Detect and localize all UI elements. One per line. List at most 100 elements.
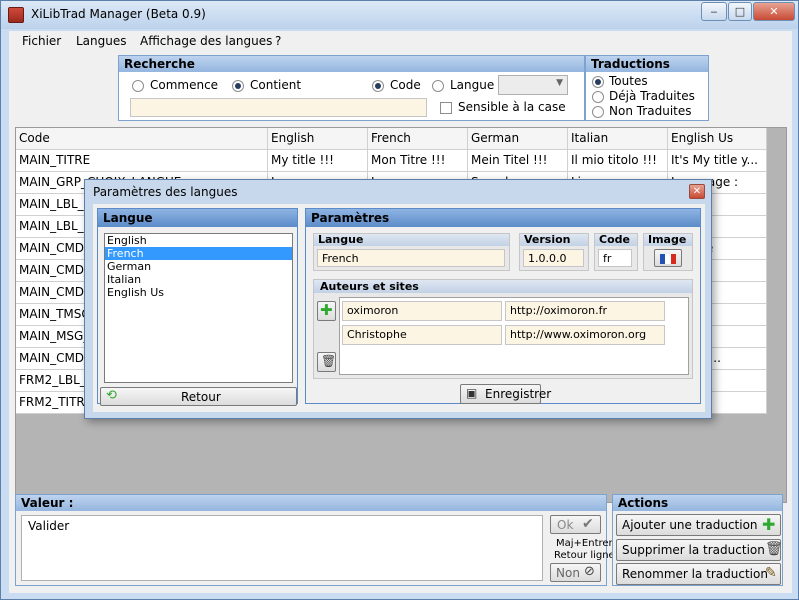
table-cell[interactable]: My title !!!	[268, 150, 368, 172]
image-header: Image	[644, 234, 692, 246]
search-group: Recherche Commence Contient Code Langue …	[118, 55, 585, 121]
value-textarea[interactable]: Valider	[21, 515, 543, 581]
menu-help[interactable]: ?	[275, 34, 281, 48]
plus-icon: ✚	[320, 301, 333, 319]
hint-maj-entrer: Maj+Entrer	[556, 538, 613, 549]
label-toutes: Toutes	[609, 74, 648, 88]
language-panel-title: Langue	[98, 209, 297, 227]
label-case-sensitive: Sensible à la case	[458, 100, 566, 114]
add-translation-button[interactable]: Ajouter une traduction ✚	[616, 514, 781, 536]
author-name[interactable]: Christophe	[342, 325, 502, 345]
langue-select[interactable]: ▼	[498, 75, 568, 95]
label-commence: Commence	[150, 78, 219, 92]
search-group-title: Recherche	[119, 56, 584, 72]
author-site[interactable]: http://oximoron.fr	[505, 301, 665, 321]
author-name[interactable]: oximoron	[342, 301, 502, 321]
case-sensitive-checkbox[interactable]	[440, 102, 452, 114]
ok-label: Ok	[557, 518, 574, 532]
table-cell[interactable]: It's My title y...	[668, 150, 767, 172]
version-field[interactable]: 1.0.0.0	[523, 249, 584, 267]
radio-langue[interactable]	[432, 80, 444, 92]
cancel-icon: ⊘	[584, 564, 595, 579]
column-header[interactable]: German	[468, 128, 568, 150]
authors-header: Auteurs et sites	[314, 280, 692, 293]
delete-translation-button[interactable]: Supprimer la traduction 🗑	[616, 539, 783, 561]
language-list-item[interactable]: German	[105, 260, 292, 273]
window-title: XiLibTrad Manager (Beta 0.9)	[31, 7, 206, 21]
radio-toutes[interactable]	[592, 76, 604, 88]
search-input[interactable]	[130, 98, 427, 117]
checkmark-icon: ✔	[582, 516, 594, 532]
flag-france-icon	[660, 254, 676, 264]
save-button[interactable]: ▣ Enregistrer	[460, 384, 551, 404]
language-list-item[interactable]: Italian	[105, 273, 292, 286]
translations-group: Traductions Toutes Déjà Traduites Non Tr…	[585, 55, 709, 121]
plus-icon: ✚	[762, 515, 776, 534]
column-header[interactable]: English	[268, 128, 368, 150]
table-header: Code English French German Italian Engli…	[16, 128, 767, 150]
radio-deja-traduites[interactable]	[592, 91, 604, 103]
close-button[interactable]: ✕	[753, 2, 795, 21]
code-field[interactable]: fr	[598, 249, 632, 267]
add-translation-label: Ajouter une traduction	[622, 518, 758, 532]
actions-group: Actions Ajouter une traduction ✚ Supprim…	[612, 494, 783, 586]
dialog-close-button[interactable]: ✕	[689, 184, 705, 199]
column-header[interactable]: Italian	[568, 128, 668, 150]
table-cell[interactable]: Mon Titre !!!	[368, 150, 468, 172]
radio-code[interactable]	[372, 80, 384, 92]
column-header[interactable]: French	[368, 128, 468, 150]
menu-bar: Fichier Langues Affichage des langues ?	[9, 31, 792, 51]
non-button[interactable]: Non ⊘	[550, 563, 601, 582]
version-header: Version	[520, 234, 588, 246]
label-code: Code	[390, 78, 421, 92]
rename-translation-button[interactable]: Renommer la traduction ✎	[616, 563, 781, 585]
label-non-traduites: Non Traduites	[609, 104, 692, 118]
author-site[interactable]: http://www.oximoron.org	[505, 325, 665, 345]
flag-image-button[interactable]	[654, 249, 682, 267]
image-box: Image	[643, 233, 693, 271]
value-group-title: Valeur :	[16, 495, 606, 511]
value-group: Valeur : Valider Ok ✔ Maj+Entrer Retour …	[15, 494, 615, 586]
trash-icon: 🗑	[321, 354, 337, 368]
table-cell[interactable]: MAIN_TITRE	[16, 150, 268, 172]
retour-button[interactable]: ⟲ Retour	[100, 387, 297, 406]
delete-author-button[interactable]: 🗑	[317, 352, 336, 372]
label-langue: Langue	[450, 78, 495, 92]
title-bar: XiLibTrad Manager (Beta 0.9) ‒ □ ✕	[1, 1, 798, 29]
translations-group-title: Traductions	[586, 56, 708, 72]
langue-header: Langue	[314, 234, 509, 246]
version-box: Version 1.0.0.0	[519, 233, 589, 271]
language-items: English French German Italian English Us	[105, 234, 292, 299]
hint-retour-ligne: Retour ligne	[554, 550, 615, 561]
add-author-button[interactable]: ✚	[317, 301, 336, 321]
table-cell[interactable]: Mein Titel !!!	[468, 150, 568, 172]
authors-box: Auteurs et sites ✚ 🗑 oximoron http://oxi…	[313, 279, 693, 379]
table-cell[interactable]: Il mio titolo !!!	[568, 150, 668, 172]
radio-contient[interactable]	[232, 80, 244, 92]
column-header[interactable]: English Us	[668, 128, 767, 150]
table-row[interactable]: MAIN_TITRE My title !!! Mon Titre !!! Mein …	[16, 150, 767, 172]
language-list-item[interactable]: French	[105, 247, 292, 260]
language-settings-dialog: Paramètres des langues ✕ Langue English F…	[84, 179, 712, 419]
ok-button[interactable]: Ok ✔	[550, 515, 601, 534]
language-listbox[interactable]: English French German Italian English Us	[104, 233, 293, 383]
label-deja-traduites: Déjà Traduites	[609, 89, 695, 103]
maximize-button[interactable]: □	[728, 2, 752, 21]
radio-commence[interactable]	[132, 80, 144, 92]
language-list-panel: Langue English French German Italian English…	[97, 208, 298, 406]
menu-affichage[interactable]: Affichage des langues	[140, 34, 272, 48]
language-list-item[interactable]: English Us	[105, 286, 292, 299]
save-label: Enregistrer	[485, 387, 552, 401]
language-list-item[interactable]: English	[105, 234, 292, 247]
minimize-button[interactable]: ‒	[701, 2, 727, 21]
menu-langues[interactable]: Langues	[76, 34, 127, 48]
radio-non-traduites[interactable]	[592, 106, 604, 118]
langue-field[interactable]: French	[317, 249, 505, 267]
menu-fichier[interactable]: Fichier	[22, 34, 61, 48]
actions-group-title: Actions	[613, 495, 782, 511]
parameters-panel-title: Paramètres	[306, 209, 700, 227]
code-box: Code fr	[594, 233, 638, 271]
retour-label: Retour	[181, 390, 221, 404]
column-header[interactable]: Code	[16, 128, 268, 150]
non-label: Non	[556, 566, 580, 580]
